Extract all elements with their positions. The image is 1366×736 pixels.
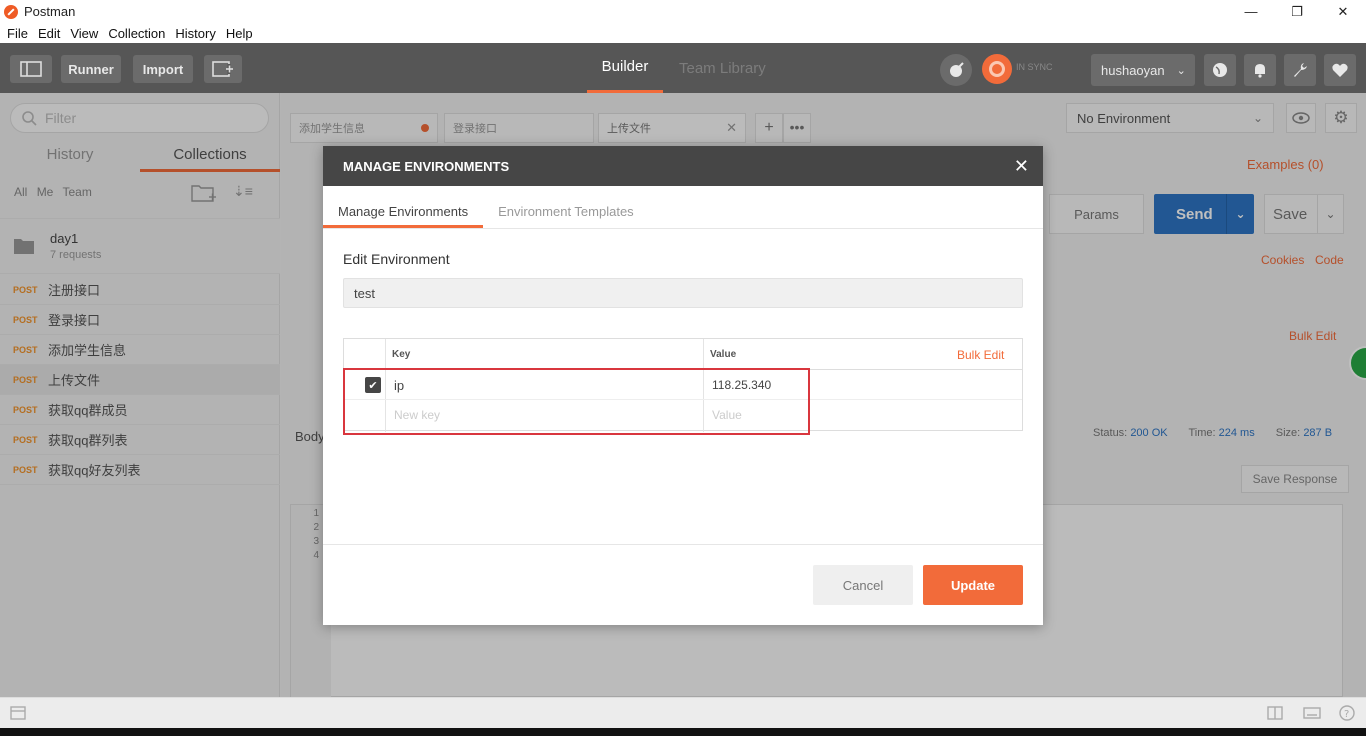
two-pane-icon[interactable] bbox=[1267, 706, 1283, 720]
edit-environment-label: Edit Environment bbox=[343, 251, 450, 267]
update-button[interactable]: Update bbox=[923, 565, 1023, 605]
tab-team-library[interactable]: Team Library bbox=[679, 43, 766, 93]
os-taskbar bbox=[0, 728, 1366, 736]
close-icon[interactable]: ✕ bbox=[1014, 156, 1029, 177]
menu-edit[interactable]: Edit bbox=[33, 26, 65, 41]
modal-footer-divider bbox=[323, 544, 1043, 545]
bulk-edit-link[interactable]: Bulk Edit bbox=[957, 339, 1004, 370]
bell-icon bbox=[1255, 64, 1265, 78]
restore-button[interactable]: ❐ bbox=[1274, 0, 1320, 23]
annotation-highlight bbox=[343, 368, 810, 435]
keyboard-icon[interactable] bbox=[1303, 706, 1321, 720]
new-tab-button[interactable] bbox=[204, 55, 242, 83]
sidebar-icon bbox=[20, 61, 42, 77]
settings-button[interactable] bbox=[1284, 54, 1316, 86]
new-window-icon bbox=[212, 61, 233, 77]
help-icon[interactable]: ? bbox=[1339, 705, 1355, 721]
heart-icon bbox=[1332, 63, 1348, 77]
modal-header: MANAGE ENVIRONMENTS bbox=[323, 146, 1043, 186]
toggle-sidebar-button[interactable] bbox=[10, 55, 52, 83]
menu-view[interactable]: View bbox=[65, 26, 103, 41]
notifications-button[interactable] bbox=[1244, 54, 1276, 86]
sync-status-icon[interactable] bbox=[982, 54, 1012, 84]
menu-help[interactable]: Help bbox=[221, 26, 258, 41]
menu-history[interactable]: History bbox=[170, 26, 220, 41]
window-titlebar: Postman — ❐ ✕ bbox=[0, 0, 1366, 23]
key-column-header: Key bbox=[392, 349, 411, 360]
user-menu-button[interactable]: hushaoyan ⌄ bbox=[1091, 54, 1195, 86]
globe-icon bbox=[1213, 63, 1227, 77]
postman-logo-icon bbox=[4, 4, 18, 19]
favorite-button[interactable] bbox=[1324, 54, 1356, 86]
environment-name-input[interactable]: test bbox=[343, 278, 1023, 308]
modal-title: MANAGE ENVIRONMENTS bbox=[343, 158, 510, 174]
app-toolbar: Runner Import Builder Team Library IN SY… bbox=[0, 43, 1366, 93]
window-title: Postman bbox=[24, 4, 76, 19]
user-name: hushaoyan bbox=[1101, 62, 1165, 78]
window-controls: — ❐ ✕ bbox=[1228, 0, 1366, 23]
minimize-button[interactable]: — bbox=[1228, 0, 1274, 23]
console-icon[interactable] bbox=[10, 706, 26, 720]
table-header: Key Value Bulk Edit bbox=[344, 339, 1022, 432]
value-column-header: Value bbox=[710, 349, 737, 360]
close-window-button[interactable]: ✕ bbox=[1320, 0, 1366, 23]
tab-builder[interactable]: Builder bbox=[587, 43, 663, 93]
status-bar: ? bbox=[0, 697, 1366, 728]
sync-status-label: IN SYNC bbox=[1016, 62, 1053, 72]
interceptor-button[interactable] bbox=[940, 54, 972, 86]
cancel-button[interactable]: Cancel bbox=[813, 565, 913, 605]
svg-text:?: ? bbox=[1344, 709, 1349, 720]
menu-bar: File Edit View Collection History Help bbox=[0, 23, 1366, 43]
menu-file[interactable]: File bbox=[2, 26, 33, 41]
satellite-icon bbox=[950, 62, 964, 77]
tab-environment-templates[interactable]: Environment Templates bbox=[483, 186, 649, 228]
browser-button[interactable] bbox=[1204, 54, 1236, 86]
wrench-icon bbox=[1294, 63, 1307, 77]
menu-collection[interactable]: Collection bbox=[103, 26, 170, 41]
runner-button[interactable]: Runner bbox=[61, 55, 121, 83]
import-button[interactable]: Import bbox=[133, 55, 193, 83]
modal-tabs: Manage Environments Environment Template… bbox=[323, 186, 1043, 229]
chevron-down-icon: ⌄ bbox=[1176, 64, 1186, 77]
tab-manage-environments[interactable]: Manage Environments bbox=[323, 186, 484, 228]
